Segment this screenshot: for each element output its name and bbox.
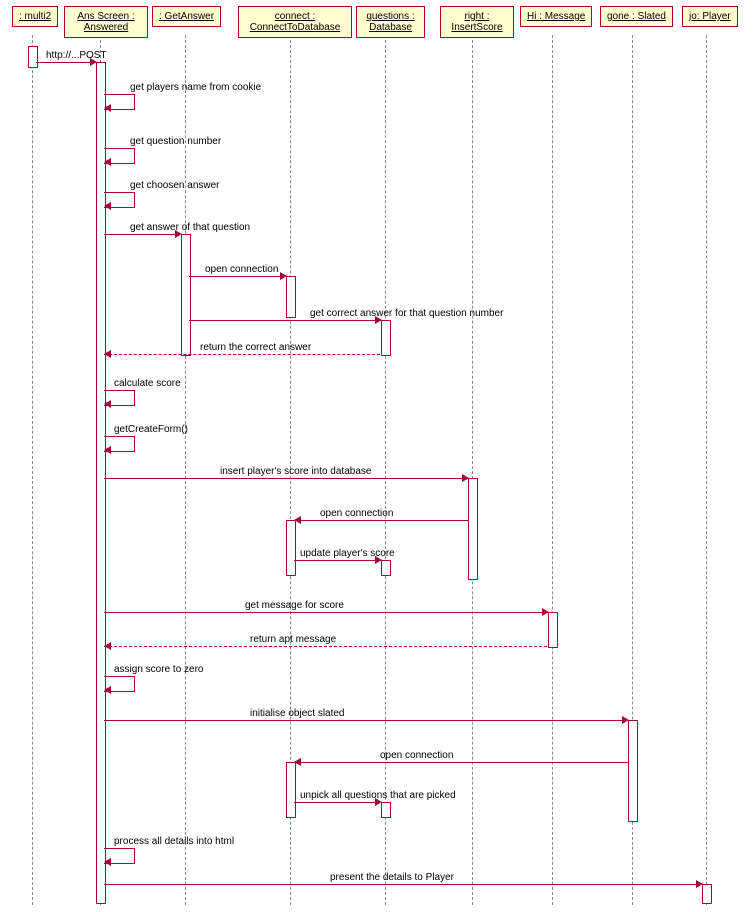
message-arrow: [104, 234, 180, 235]
arrowhead-icon: [542, 608, 549, 616]
arrowhead-icon: [104, 158, 111, 166]
activation-box: [28, 46, 38, 68]
participant-label: jo: Player: [689, 11, 731, 22]
message-arrow: [104, 884, 701, 885]
lifeline: [185, 35, 186, 905]
activation-box: [468, 478, 478, 580]
participant-gone: gone : Slated: [600, 6, 673, 27]
message-label: return apt message: [250, 634, 336, 645]
arrowhead-icon: [104, 202, 111, 210]
arrowhead-icon: [104, 400, 111, 408]
message-arrow: [104, 612, 547, 613]
participant-questions: questions :Database: [356, 6, 425, 38]
lifeline: [472, 35, 473, 905]
participant-get-answer: : GetAnswer: [152, 6, 221, 27]
participant-label: Ans Screen :Answered: [77, 11, 134, 33]
message-arrow: [104, 720, 627, 721]
message-label: get answer of that question: [130, 222, 250, 233]
arrowhead-icon: [280, 272, 287, 280]
lifeline: [385, 35, 386, 905]
participant-label: right :InsertScore: [451, 11, 502, 33]
message-label: get correct answer for that question num…: [310, 308, 503, 319]
activation-box: [628, 720, 638, 822]
lifeline: [32, 35, 33, 905]
arrowhead-icon: [375, 798, 382, 806]
arrowhead-icon: [462, 474, 469, 482]
message-return: [104, 354, 380, 355]
message-label: open connection: [320, 508, 393, 519]
message-arrow: [294, 520, 468, 521]
participant-multi2: : multi2: [12, 6, 58, 27]
message-label: get choosen answer: [130, 180, 220, 191]
message-label: calculate score: [114, 378, 181, 389]
message-arrow: [294, 560, 380, 561]
arrowhead-icon: [104, 446, 111, 454]
message-arrow: [189, 320, 380, 321]
arrowhead-icon: [375, 556, 382, 564]
arrowhead-icon: [696, 880, 703, 888]
message-label: assign score to zero: [114, 664, 204, 675]
activation-box: [548, 612, 558, 648]
message-arrow: [36, 62, 94, 63]
lifeline: [706, 35, 707, 905]
activation-box: [381, 802, 391, 818]
participant-label: connect :ConnectToDatabase: [250, 11, 341, 33]
message-arrow: [294, 802, 380, 803]
activation-box: [381, 560, 391, 576]
participant-jo: jo: Player: [682, 6, 738, 27]
participant-right: right :InsertScore: [440, 6, 514, 38]
message-label: insert player's score into database: [220, 466, 371, 477]
message-arrow: [104, 478, 467, 479]
participant-connect: connect :ConnectToDatabase: [238, 6, 352, 38]
participant-label: : multi2: [19, 11, 51, 22]
message-label: get players name from cookie: [130, 82, 261, 93]
message-arrow: [189, 276, 285, 277]
arrowhead-icon: [175, 230, 182, 238]
message-return: [104, 646, 547, 647]
activation-box: [702, 884, 712, 904]
participant-label: : GetAnswer: [159, 11, 214, 22]
message-label: initialise object slated: [250, 708, 345, 719]
participant-label: Hi : Message: [527, 11, 585, 22]
activation-box: [96, 62, 106, 904]
activation-box: [181, 234, 191, 356]
message-arrow: [294, 762, 628, 763]
arrowhead-icon: [622, 716, 629, 724]
arrowhead-icon: [375, 316, 382, 324]
activation-box: [286, 520, 296, 576]
message-label: open connection: [380, 750, 453, 761]
participant-ans-screen: Ans Screen :Answered: [64, 6, 148, 38]
activation-box: [286, 276, 296, 318]
arrowhead-icon: [104, 858, 111, 866]
activation-box: [381, 320, 391, 356]
participant-hi: Hi : Message: [520, 6, 592, 27]
participant-label: questions :Database: [366, 11, 414, 33]
message-label: get message for score: [245, 600, 344, 611]
message-label: return the correct answer: [200, 342, 311, 353]
message-label: open connection: [205, 264, 278, 275]
message-label: getCreateForm(): [114, 424, 188, 435]
arrowhead-icon: [294, 516, 301, 524]
lifeline: [552, 35, 553, 905]
message-label: get question number: [130, 136, 221, 147]
message-label: http://...POST: [46, 50, 107, 61]
arrowhead-icon: [104, 350, 111, 358]
participant-label: gone : Slated: [607, 11, 666, 22]
arrowhead-icon: [104, 642, 111, 650]
arrowhead-icon: [90, 58, 97, 66]
arrowhead-icon: [294, 758, 301, 766]
activation-box: [286, 762, 296, 818]
message-label: process all details into html: [114, 836, 234, 847]
arrowhead-icon: [104, 104, 111, 112]
message-label: present the details to Player: [330, 872, 454, 883]
arrowhead-icon: [104, 686, 111, 694]
